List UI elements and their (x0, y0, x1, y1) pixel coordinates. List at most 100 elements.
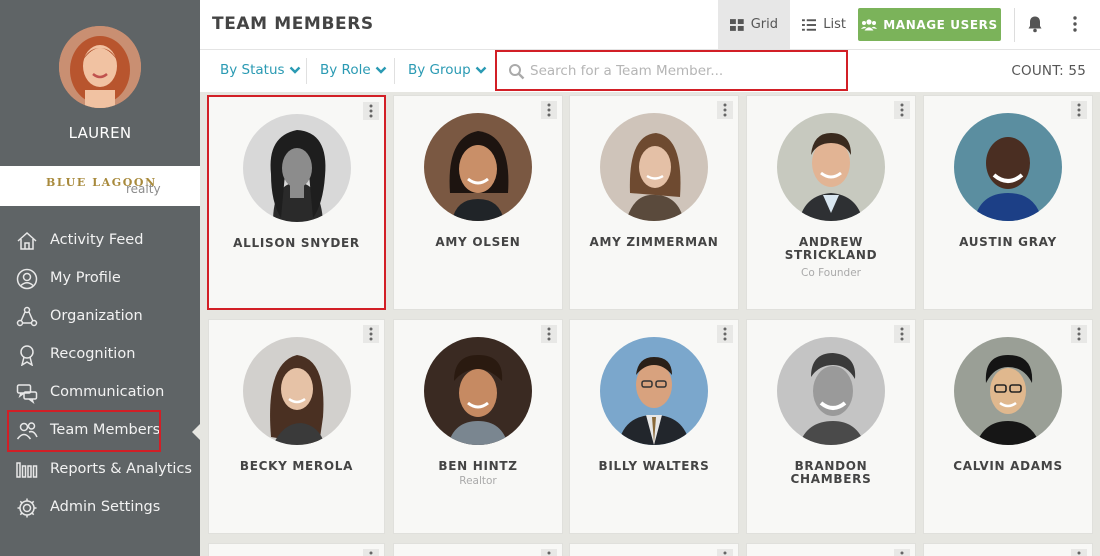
home-icon (16, 230, 38, 252)
member-name: ALLISON SNYDER (233, 236, 360, 250)
filter-label: By Group (408, 62, 471, 78)
member-card[interactable]: CALVIN ADAMS (923, 319, 1093, 534)
chat-bubbles-icon (16, 382, 38, 404)
card-more-icon[interactable] (541, 325, 557, 343)
filter-by-status[interactable]: By Status (220, 62, 301, 78)
member-card[interactable] (923, 543, 1093, 556)
gear-icon (16, 497, 38, 519)
member-card[interactable]: AMY OLSEN (393, 95, 563, 310)
member-photo (242, 114, 351, 222)
sidebar-item-organization[interactable]: Organization (0, 298, 200, 336)
card-more-icon[interactable] (541, 101, 557, 119)
page-title: TEAM MEMBERS (212, 14, 374, 34)
sidebar-item-admin-settings[interactable]: Admin Settings (0, 489, 200, 527)
member-photo (954, 113, 1062, 221)
sidebar-item-label: Communication (50, 384, 165, 400)
member-title: Co Founder (801, 267, 861, 279)
member-photo (777, 337, 885, 445)
member-card[interactable] (208, 543, 385, 556)
member-card[interactable]: AMY ZIMMERMAN (569, 95, 739, 310)
member-name: AUSTIN GRAY (959, 235, 1057, 249)
member-photo (424, 113, 532, 221)
member-photo (777, 113, 885, 221)
grid-view-label: Grid (750, 17, 778, 32)
sidebar-item-activity-feed[interactable]: Activity Feed (0, 222, 200, 260)
member-card[interactable]: ALLISON SNYDER (207, 95, 386, 310)
member-card[interactable]: ANDREW STRICKLAND Co Founder (746, 95, 916, 310)
card-more-icon[interactable] (541, 549, 557, 556)
sidebar-item-my-profile[interactable]: My Profile (0, 260, 200, 298)
list-view-button[interactable]: List (790, 0, 858, 49)
member-photo (600, 113, 708, 221)
more-options-icon[interactable] (1068, 14, 1082, 34)
card-more-icon[interactable] (717, 101, 733, 119)
member-photo (424, 337, 532, 445)
member-card[interactable] (393, 543, 563, 556)
sidebar-item-reports-analytics[interactable]: Reports & Analytics (0, 451, 200, 489)
bar-chart-icon (16, 459, 38, 481)
filter-label: By Status (220, 62, 285, 78)
manage-users-button[interactable]: MANAGE USERS (858, 8, 1001, 41)
card-more-icon[interactable] (894, 101, 910, 119)
card-more-icon[interactable] (1071, 325, 1087, 343)
member-title: Realtor (459, 475, 497, 487)
sidebar-item-label: Admin Settings (50, 499, 161, 515)
search-input[interactable] (530, 59, 830, 83)
card-more-icon[interactable] (1071, 101, 1087, 119)
sidebar-item-recognition[interactable]: Recognition (0, 336, 200, 374)
sidebar-item-communication[interactable]: Communication (0, 374, 200, 412)
filter-by-group[interactable]: By Group (408, 62, 487, 78)
member-name: ANDREW STRICKLAND (784, 235, 878, 262)
member-card[interactable]: BECKY MEROLA (208, 319, 385, 534)
member-photo (242, 337, 351, 445)
member-card[interactable]: BEN HINTZ Realtor (393, 319, 563, 534)
user-circle-icon (16, 268, 38, 290)
sidebar-item-label: Activity Feed (50, 232, 144, 248)
active-nav-caret (192, 424, 200, 440)
search-icon (509, 64, 525, 80)
list-view-label: List (823, 17, 846, 32)
grid-view-button[interactable]: Grid (718, 0, 790, 49)
member-name: BECKY MEROLA (239, 459, 354, 473)
brand-logo: BLUE LAGOON realty (0, 166, 200, 206)
member-name: AMY OLSEN (435, 235, 521, 249)
organization-icon (16, 306, 38, 328)
filter-by-role[interactable]: By Role (320, 62, 387, 78)
sidebar-item-label: Recognition (50, 346, 136, 362)
chevron-down-icon (475, 66, 487, 74)
card-more-icon[interactable] (363, 102, 379, 120)
users-icon (861, 18, 878, 30)
list-icon (802, 18, 817, 31)
filter-divider (394, 58, 395, 84)
header-divider (1014, 8, 1015, 42)
member-name: BEN HINTZ (438, 459, 518, 473)
active-nav-highlight (7, 410, 161, 452)
member-name: CALVIN ADAMS (953, 459, 1063, 473)
bell-icon[interactable] (1026, 15, 1044, 33)
search-box[interactable] (495, 50, 848, 91)
ribbon-icon (16, 344, 38, 366)
card-more-icon[interactable] (363, 325, 379, 343)
card-more-icon[interactable] (894, 325, 910, 343)
card-more-icon[interactable] (363, 549, 379, 556)
sidebar-item-label: My Profile (50, 270, 121, 286)
member-card[interactable]: AUSTIN GRAY (923, 95, 1093, 310)
member-count: COUNT: 55 (1011, 63, 1086, 79)
card-more-icon[interactable] (717, 549, 733, 556)
card-more-icon[interactable] (1071, 549, 1087, 556)
user-avatar[interactable] (59, 26, 141, 108)
card-more-icon[interactable] (717, 325, 733, 343)
brand-tagline: realty (126, 182, 161, 196)
top-header: TEAM MEMBERS Grid List MANAGE USERS (200, 0, 1100, 50)
filter-label: By Role (320, 62, 371, 78)
member-card[interactable] (746, 543, 916, 556)
member-card[interactable]: BILLY WALTERS (569, 319, 739, 534)
member-card[interactable] (569, 543, 739, 556)
member-card[interactable]: BRANDON CHAMBERS (746, 319, 916, 534)
card-more-icon[interactable] (894, 549, 910, 556)
grid-icon (730, 18, 744, 31)
chevron-down-icon (289, 66, 300, 74)
team-member-grid: ALLISON SNYDER AMY OLSEN AMY ZIMMERMAN A… (205, 92, 1100, 556)
member-photo (954, 337, 1062, 445)
user-name: LAUREN (68, 124, 132, 142)
